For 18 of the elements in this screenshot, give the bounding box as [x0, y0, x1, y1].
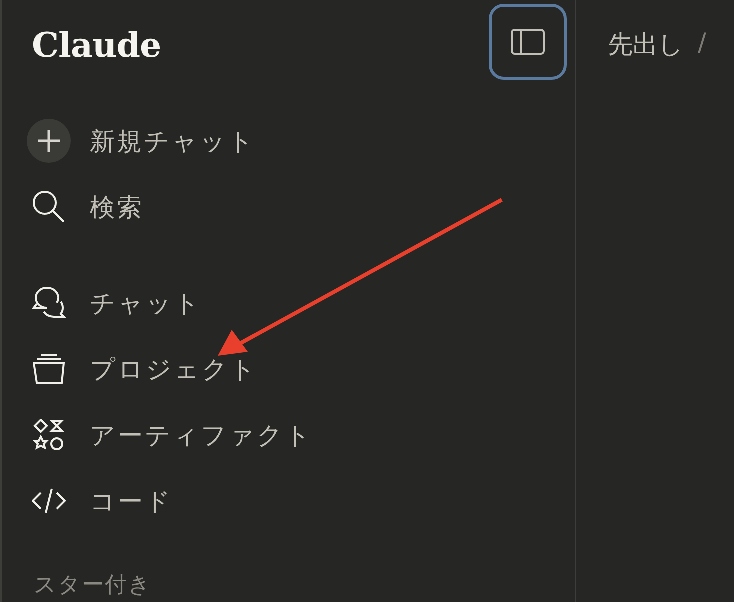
sidebar-icon	[511, 29, 545, 55]
code-icon	[32, 487, 66, 515]
breadcrumb-item[interactable]: 先出し	[608, 28, 684, 61]
folder-stack-icon	[33, 354, 65, 384]
nav-item[interactable]: コード	[90, 484, 173, 518]
logo: Claude	[32, 26, 162, 66]
search-icon	[32, 190, 66, 224]
action-item[interactable]: 新規チャット	[90, 124, 256, 158]
shapes-icon	[33, 419, 65, 451]
nav-item[interactable]: アーティファクト	[90, 418, 313, 452]
action-item[interactable]: 検索	[90, 190, 144, 224]
nav-item[interactable]: プロジェクト	[90, 352, 258, 386]
sidebar-toggle-button[interactable]	[489, 4, 567, 80]
speech-bubbles-icon	[32, 286, 66, 320]
plus-icon	[27, 119, 71, 163]
breadcrumb-separator: /	[698, 28, 706, 57]
section-heading: スター付き	[34, 572, 153, 600]
nav-item[interactable]: チャット	[90, 286, 202, 320]
